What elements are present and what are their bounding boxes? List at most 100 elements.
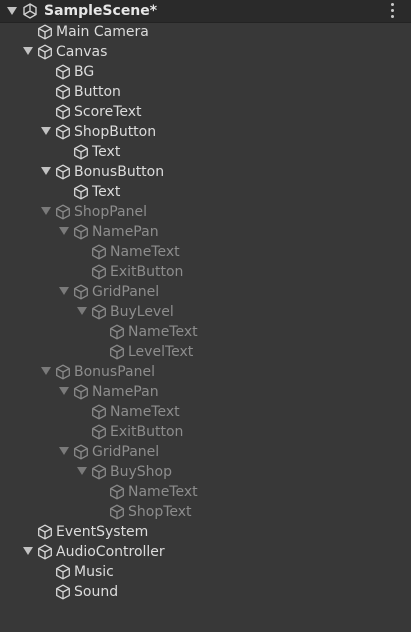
expand-arrow-icon[interactable] [77,307,87,315]
cube-icon [55,564,71,580]
cube-icon [55,64,71,80]
hierarchy-item[interactable]: BonusButton [0,162,411,182]
hierarchy-item[interactable]: EventSystem [0,522,411,542]
hierarchy-item-label: NameText [110,404,180,420]
expand-arrow-icon[interactable] [7,7,17,15]
cube-icon [55,124,71,140]
hierarchy-item-label: Text [92,144,121,160]
hierarchy-item-label: ShopButton [74,124,157,140]
cube-icon [55,584,71,600]
cube-icon [73,144,89,160]
hierarchy-item[interactable]: BonusPanel [0,362,411,382]
scene-header-row[interactable]: SampleScene* [0,0,411,23]
cube-icon [91,424,107,440]
hierarchy-item-label: NamePan [92,224,159,240]
hierarchy-item-label: ExitButton [110,264,184,280]
hierarchy-item-label: BG [74,64,95,80]
hierarchy-item[interactable]: BG [0,62,411,82]
hierarchy-item-label: LevelText [128,344,194,360]
cube-icon [91,244,107,260]
hierarchy-item-label: Main Camera [56,24,149,40]
cube-icon [73,184,89,200]
cube-icon [37,44,53,60]
hierarchy-item[interactable]: BuyLevel [0,302,411,322]
hierarchy-item-label: NamePan [92,384,159,400]
hierarchy-item-label: GridPanel [92,444,160,460]
scene-name: SampleScene* [44,3,158,19]
hierarchy-item-label: Canvas [56,44,108,60]
hierarchy-item[interactable]: NameText [0,402,411,422]
expand-arrow-icon[interactable] [59,287,69,295]
hierarchy-item[interactable]: ShopPanel [0,202,411,222]
unity-logo-icon [23,3,37,19]
hierarchy-item[interactable]: ExitButton [0,262,411,282]
hierarchy-item-label: NameText [110,244,180,260]
cube-icon [55,164,71,180]
hierarchy-item[interactable]: AudioController [0,542,411,562]
expand-arrow-icon[interactable] [23,47,33,55]
hierarchy-item-label: Sound [74,584,119,600]
hierarchy-item[interactable]: Button [0,82,411,102]
cube-icon [91,464,107,480]
hierarchy-item[interactable]: Sound [0,582,411,602]
hierarchy-item-label: Music [74,564,114,580]
hierarchy-item-label: BonusPanel [74,364,155,380]
hierarchy-item[interactable]: Text [0,142,411,162]
hierarchy-item[interactable]: NamePan [0,222,411,242]
hierarchy-item-label: ExitButton [110,424,184,440]
hierarchy-item-label: Text [92,184,121,200]
hierarchy-item-label: AudioController [56,544,165,560]
hierarchy-item[interactable]: Canvas [0,42,411,62]
hierarchy-item[interactable]: BuyShop [0,462,411,482]
hierarchy-item[interactable]: ScoreText [0,102,411,122]
hierarchy-item[interactable]: GridPanel [0,282,411,302]
cube-icon [91,264,107,280]
cube-icon [91,304,107,320]
hierarchy-item[interactable]: NameText [0,322,411,342]
hierarchy-item-label: EventSystem [56,524,149,540]
hierarchy-item-label: ScoreText [74,104,142,120]
expand-arrow-icon[interactable] [59,447,69,455]
hierarchy-item-label: ShopPanel [74,204,147,220]
cube-icon [55,204,71,220]
hierarchy-item[interactable]: Music [0,562,411,582]
hierarchy-item[interactable]: NamePan [0,382,411,402]
kebab-menu-icon[interactable] [386,2,400,20]
cube-icon [73,444,89,460]
hierarchy-item[interactable]: ShopText [0,502,411,522]
cube-icon [55,104,71,120]
expand-arrow-icon[interactable] [59,387,69,395]
hierarchy-item[interactable]: Main Camera [0,22,411,42]
cube-icon [37,24,53,40]
hierarchy-item-label: GridPanel [92,284,160,300]
expand-arrow-icon[interactable] [59,227,69,235]
cube-icon [55,364,71,380]
expand-arrow-icon[interactable] [41,207,51,215]
hierarchy-item-label: NameText [128,324,198,340]
cube-icon [109,484,125,500]
expand-arrow-icon[interactable] [77,467,87,475]
expand-arrow-icon[interactable] [41,367,51,375]
hierarchy-item-label: BonusButton [74,164,165,180]
cube-icon [37,544,53,560]
expand-arrow-icon[interactable] [23,547,33,555]
expand-arrow-icon[interactable] [41,167,51,175]
hierarchy-item[interactable]: ExitButton [0,422,411,442]
cube-icon [109,324,125,340]
hierarchy-item[interactable]: GridPanel [0,442,411,462]
hierarchy-item-label: Button [74,84,121,100]
hierarchy-item[interactable]: Text [0,182,411,202]
hierarchy-item[interactable]: NameText [0,482,411,502]
cube-icon [55,84,71,100]
cube-icon [91,404,107,420]
hierarchy-item-label: BuyShop [110,464,172,480]
expand-arrow-icon[interactable] [41,127,51,135]
hierarchy-item[interactable]: NameText [0,242,411,262]
hierarchy-item[interactable]: LevelText [0,342,411,362]
cube-icon [73,384,89,400]
hierarchy-item[interactable]: ShopButton [0,122,411,142]
hierarchy-item-label: ShopText [128,504,192,520]
cube-icon [73,224,89,240]
cube-icon [109,344,125,360]
cube-icon [73,284,89,300]
